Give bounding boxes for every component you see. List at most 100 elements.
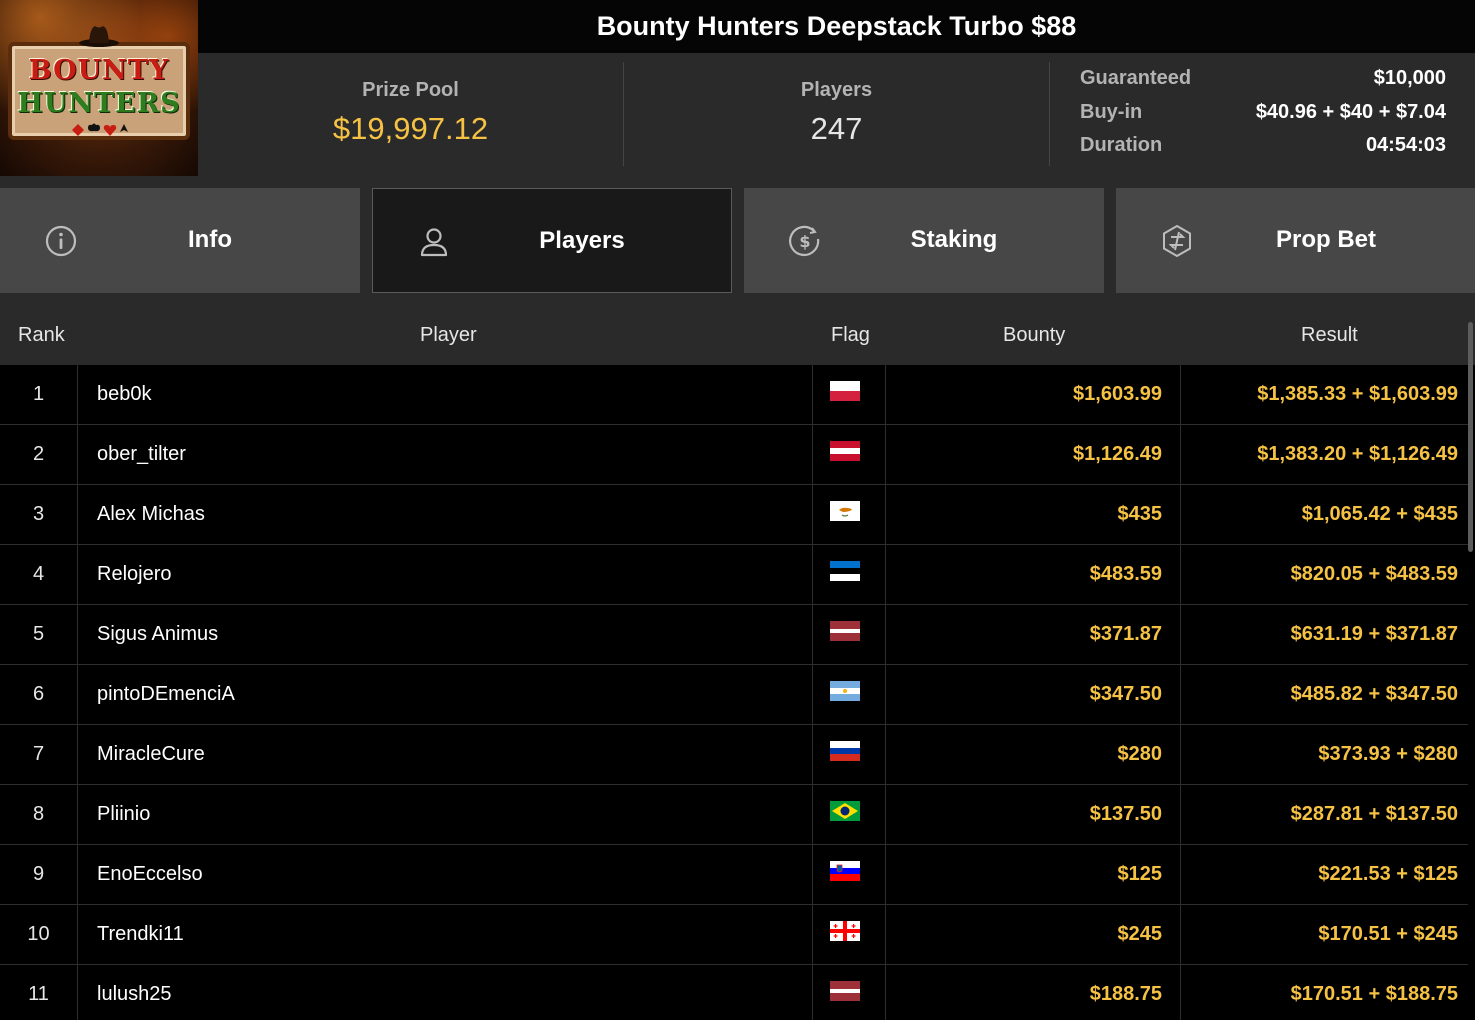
flag-cell (813, 485, 886, 544)
bounty-cell: $280 (886, 725, 1181, 784)
table-row[interactable]: 8 Pliinio $137.50 $287.81 + $137.50 (0, 785, 1468, 845)
prize-pool-stat: Prize Pool $19,997.12 (198, 53, 623, 176)
player-name-cell[interactable]: lulush25 (78, 965, 813, 1020)
rank-cell: 6 (0, 665, 78, 724)
buyin-label: Buy-in (1080, 101, 1143, 123)
tournament-title: Bounty Hunters Deepstack Turbo $88 (198, 0, 1475, 53)
card-suits-icon (72, 123, 128, 136)
bounty-cell: $188.75 (886, 965, 1181, 1020)
tab-prop-bet-label: Prop Bet (1275, 226, 1376, 253)
table-row[interactable]: 2 ober_tilter $1,126.49 $1,383.20 + $1,126.… (0, 425, 1468, 485)
column-header-rank[interactable]: Rank (18, 324, 65, 347)
player-name-cell[interactable]: Alex Michas (78, 485, 813, 544)
table-scrollbar[interactable] (1468, 322, 1473, 552)
cowboy-hat-icon (79, 26, 119, 47)
duration-row: Duration 04:54:03 (1080, 134, 1446, 164)
bounty-cell: $1,603.99 (886, 365, 1181, 424)
logo-text-bounty: BOUNTY (28, 55, 170, 86)
tournament-details: Guaranteed $10,000 Buy-in $40.96 + $40 +… (1050, 53, 1475, 176)
table-row[interactable]: 9 EnoEccelso $125 $221.53 + $125 (0, 845, 1468, 905)
result-cell: $170.51 + $188.75 (1290, 983, 1458, 1005)
players-table-header: Rank Player Flag Bounty Result (0, 305, 1475, 365)
bounty-cell: $347.50 (886, 665, 1181, 724)
player-name-cell[interactable]: Relojero (78, 545, 813, 604)
player-name-cell[interactable]: Pliinio (78, 785, 813, 844)
brazil-flag (830, 801, 860, 821)
tab-prop-bet[interactable]: Prop Bet (1116, 188, 1475, 293)
result-cell: $1,383.20 + $1,126.49 (1257, 443, 1458, 465)
slovenia-flag (830, 861, 860, 881)
table-row[interactable]: 5 Sigus Animus $371.87 $631.19 + $371.87 (0, 605, 1468, 665)
bounty-cell: $435 (886, 485, 1181, 544)
players-count-label: Players (800, 79, 873, 101)
poland-flag (830, 381, 860, 401)
bounty-cell: $371.87 (886, 605, 1181, 664)
bounty-cell: $137.50 (886, 785, 1181, 844)
rank-cell: 3 (0, 485, 78, 544)
flag-cell (813, 665, 886, 724)
result-cell: $1,385.33 + $1,603.99 (1257, 383, 1458, 405)
tab-bar: Info Players $ Staking Prop Bet (0, 176, 1475, 305)
table-row[interactable]: 3 Alex Michas $435 $1,065.42 + $435 (0, 485, 1468, 545)
latvia-flag (830, 981, 860, 1001)
guaranteed-label: Guaranteed (1080, 67, 1192, 89)
duration-label: Duration (1080, 134, 1163, 156)
georgia-flag (830, 921, 860, 941)
guaranteed-row: Guaranteed $10,000 (1080, 67, 1446, 97)
tab-info-label: Info (188, 226, 232, 253)
bounty-cell: $1,126.49 (886, 425, 1181, 484)
bounty-cell: $125 (886, 845, 1181, 904)
table-row[interactable]: 7 MiracleCure $280 $373.93 + $280 (0, 725, 1468, 785)
result-cell: $221.53 + $125 (1318, 863, 1458, 885)
flag-cell (813, 365, 886, 424)
players-count-value: 247 (810, 111, 863, 146)
players-table-body: 1 beb0k $1,603.99 $1,385.33 + $1,603.99 2 obe… (0, 365, 1475, 1020)
column-header-flag[interactable]: Flag (831, 324, 870, 347)
player-name-cell[interactable]: ober_tilter (78, 425, 813, 484)
flag-cell (813, 785, 886, 844)
austria-flag (830, 441, 860, 461)
tournament-stats-panel: Prize Pool $19,997.12 Players 247 Guaran… (198, 53, 1475, 176)
rank-cell: 11 (0, 965, 78, 1020)
flag-cell (813, 425, 886, 484)
player-name-cell[interactable]: beb0k (78, 365, 813, 424)
prize-pool-value: $19,997.12 (332, 111, 489, 146)
rank-cell: 4 (0, 545, 78, 604)
buyin-value: $40.96 + $40 + $7.04 (1255, 101, 1446, 123)
table-row[interactable]: 10 Trendki11 $245 $170.51 + $245 (0, 905, 1468, 965)
players-stat: Players 247 (624, 53, 1049, 176)
flag-cell (813, 905, 886, 964)
tab-info[interactable]: Info (0, 188, 360, 293)
estonia-flag (830, 561, 860, 581)
rank-cell: 2 (0, 425, 78, 484)
latvia-flag (830, 621, 860, 641)
player-name-cell[interactable]: MiracleCure (78, 725, 813, 784)
player-name-cell[interactable]: Trendki11 (78, 905, 813, 964)
flag-cell (813, 545, 886, 604)
rank-cell: 7 (0, 725, 78, 784)
tab-staking-label: Staking (910, 226, 998, 253)
tournament-logo: BOUNTY HUNTERS (0, 0, 198, 176)
table-row[interactable]: 4 Relojero $483.59 $820.05 + $483.59 (0, 545, 1468, 605)
column-header-bounty[interactable]: Bounty (1003, 324, 1065, 347)
flag-cell (813, 845, 886, 904)
tab-players[interactable]: Players (372, 188, 732, 293)
rank-cell: 9 (0, 845, 78, 904)
rank-cell: 1 (0, 365, 78, 424)
tab-staking[interactable]: $ Staking (744, 188, 1104, 293)
guaranteed-value: $10,000 (1373, 67, 1446, 89)
table-row[interactable]: 11 lulush25 $188.75 $170.51 + $188.75 (0, 965, 1468, 1020)
column-header-result[interactable]: Result (1301, 324, 1358, 347)
tab-players-label: Players (539, 227, 625, 254)
bounty-cell: $483.59 (886, 545, 1181, 604)
flag-cell (813, 605, 886, 664)
player-name-cell[interactable]: EnoEccelso (78, 845, 813, 904)
player-name-cell[interactable]: pintoDEmenciA (78, 665, 813, 724)
table-row[interactable]: 6 pintoDEmenciA $347.50 $485.82 + $347.50 (0, 665, 1468, 725)
buyin-row: Buy-in $40.96 + $40 + $7.04 (1080, 101, 1446, 131)
table-row[interactable]: 1 beb0k $1,603.99 $1,385.33 + $1,603.99 (0, 365, 1468, 425)
logo-text-hunters: HUNTERS (17, 88, 181, 119)
column-header-player[interactable]: Player (420, 324, 477, 347)
player-name-cell[interactable]: Sigus Animus (78, 605, 813, 664)
russia-flag (830, 741, 860, 761)
